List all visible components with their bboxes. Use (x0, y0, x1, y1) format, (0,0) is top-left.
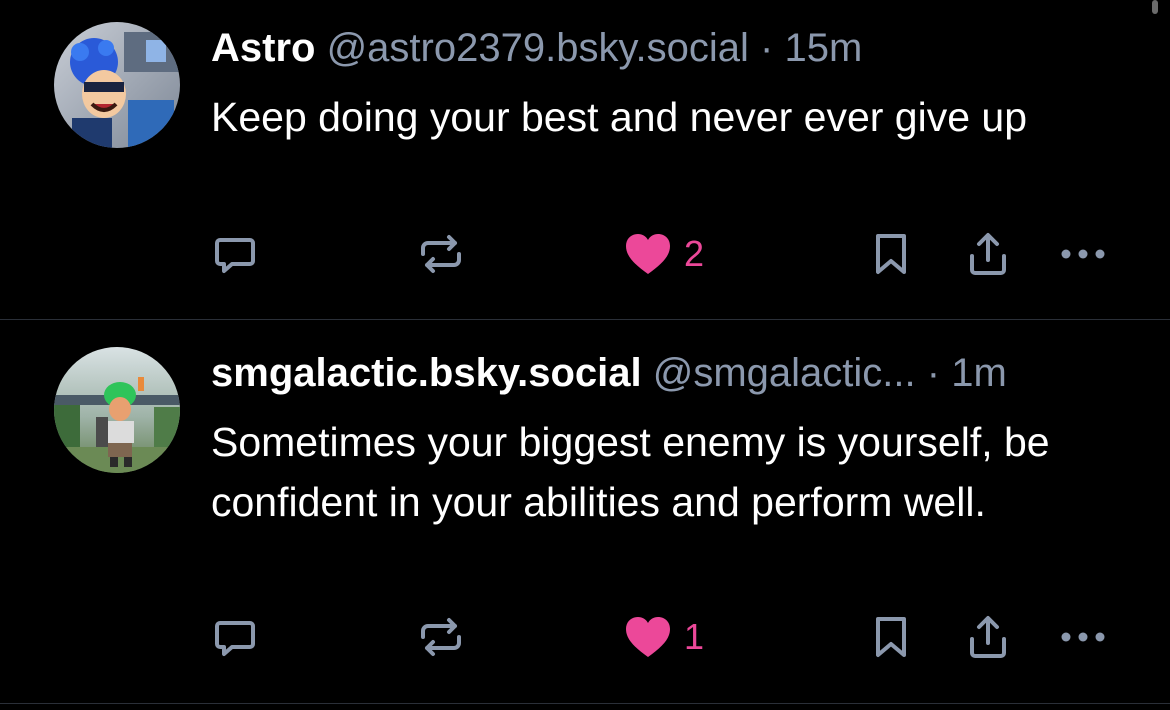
bookmark-button[interactable] (871, 612, 911, 662)
repost-icon (421, 235, 461, 273)
post-header: Astro @astro2379.bsky.social · 15m (211, 24, 1130, 72)
reply-icon (215, 238, 255, 273)
timestamp[interactable]: 1m (951, 351, 1007, 395)
feed-post[interactable]: Astro @astro2379.bsky.social · 15m Keep … (0, 0, 1170, 319)
like-count: 1 (684, 616, 705, 657)
handle[interactable]: @smgalactic... (653, 351, 916, 395)
reply-button[interactable] (211, 612, 259, 662)
repost-button[interactable] (417, 612, 465, 662)
avatar-image (54, 22, 180, 148)
share-button[interactable] (966, 229, 1010, 279)
reply-button[interactable] (211, 229, 259, 279)
feed-post[interactable]: smgalactic.bsky.social @smgalactic... · … (0, 320, 1170, 703)
share-icon (970, 233, 1006, 275)
bookmark-button[interactable] (871, 229, 911, 279)
post-actions: 1 (0, 612, 1170, 662)
like-count: 2 (684, 233, 705, 274)
display-name[interactable]: Astro (211, 26, 315, 70)
repost-button[interactable] (417, 229, 465, 279)
separator: · (760, 26, 774, 70)
avatar-image (54, 347, 180, 473)
like-button[interactable]: 1 (624, 612, 704, 662)
post-actions: 2 (0, 229, 1170, 279)
timestamp[interactable]: 15m (784, 26, 862, 70)
heart-icon (626, 234, 670, 274)
more-icon (1061, 632, 1105, 642)
separator: · (926, 351, 941, 395)
more-options-button[interactable] (1058, 229, 1108, 279)
like-button[interactable]: 2 (624, 229, 704, 279)
avatar[interactable] (54, 347, 180, 473)
bookmark-icon (876, 234, 906, 274)
display-name[interactable]: smgalactic.bsky.social (211, 351, 642, 395)
bookmark-icon (876, 617, 906, 657)
post-text: Sometimes your biggest enemy is yourself… (211, 419, 1050, 525)
handle[interactable]: @astro2379.bsky.social (327, 26, 749, 70)
post-text: Keep doing your best and never ever give… (211, 94, 1027, 140)
heart-icon (626, 617, 670, 657)
reply-icon (215, 621, 255, 656)
more-icon (1061, 249, 1105, 259)
share-icon (970, 616, 1006, 658)
post-header: smgalactic.bsky.social @smgalactic... · … (211, 349, 1130, 397)
repost-icon (421, 618, 461, 656)
share-button[interactable] (966, 612, 1010, 662)
divider (0, 703, 1170, 704)
more-options-button[interactable] (1058, 612, 1108, 662)
avatar[interactable] (54, 22, 180, 148)
